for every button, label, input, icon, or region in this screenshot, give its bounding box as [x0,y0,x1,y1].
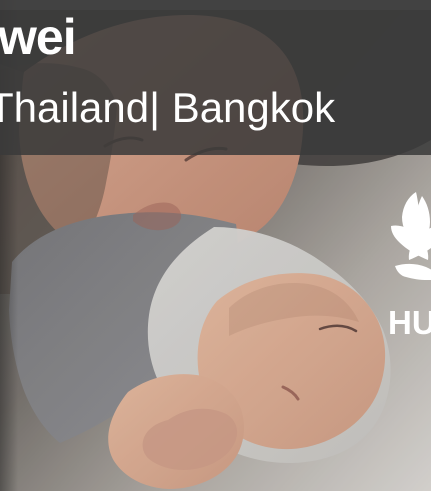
location-subtitle: Thailand| Bangkok [0,84,336,131]
page-title: wei [0,9,77,65]
title-overlay: wei Thailand| Bangkok [0,0,431,155]
promo-banner: wei Thailand| Bangkok HU [0,0,431,491]
huawei-logo: HU [388,188,431,350]
logo-wordmark: HU [388,304,431,341]
huawei-flower-icon [391,192,431,281]
